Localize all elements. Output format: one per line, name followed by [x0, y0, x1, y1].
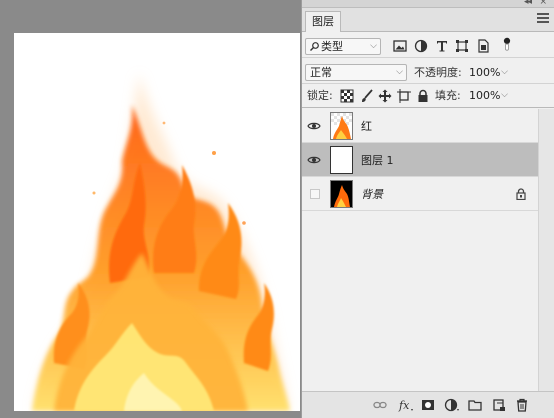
layer-name[interactable]: 红: [361, 118, 372, 134]
layer-thumbnail: [330, 180, 353, 208]
lock-pixels-icon[interactable]: [360, 89, 374, 103]
layer-row[interactable]: 背景: [302, 177, 538, 211]
fire-artwork: [32, 73, 290, 411]
layers-scrollbar[interactable]: [538, 109, 554, 391]
fill-label: 填充:: [435, 89, 461, 102]
fill-field[interactable]: 100% ⌵: [464, 87, 512, 104]
layer-name[interactable]: 图层 1: [361, 152, 394, 168]
tab-layers[interactable]: 图层: [305, 11, 341, 32]
blend-mode-select[interactable]: 正常 ⌵: [305, 64, 407, 81]
layer-row[interactable]: 图层 1: [302, 143, 538, 177]
search-icon: [310, 42, 319, 51]
lock-icon[interactable]: [516, 188, 526, 200]
new-group-icon[interactable]: [468, 398, 482, 412]
shape-filter-icon[interactable]: [455, 39, 469, 53]
lock-row: 锁定: 填充: 100% ⌵: [302, 84, 554, 108]
chevron-down-icon: ⌵: [501, 90, 508, 100]
lock-all-icon[interactable]: [416, 89, 430, 103]
opacity-label: 不透明度:: [414, 66, 462, 79]
filter-toggle-icon[interactable]: [500, 37, 514, 51]
fx-icon[interactable]: fx: [398, 398, 414, 412]
new-layer-icon[interactable]: [492, 398, 506, 412]
visibility-eye-icon[interactable]: [307, 119, 321, 133]
layer-name[interactable]: 背景: [361, 186, 383, 202]
lock-position-icon[interactable]: [378, 89, 392, 103]
layer-thumbnail: [330, 146, 353, 174]
panel-tab-bar: 图层: [302, 8, 554, 32]
smart-object-filter-icon[interactable]: [476, 39, 490, 53]
collapse-arrows-icon[interactable]: ◂◂: [524, 0, 532, 7]
add-mask-icon[interactable]: [421, 398, 435, 412]
close-icon[interactable]: ×: [539, 0, 547, 7]
lock-label: 锁定:: [307, 89, 333, 102]
blend-row: 正常 ⌵ 不透明度: 100% ⌵: [302, 60, 554, 84]
visibility-eye-icon[interactable]: [307, 153, 321, 167]
visibility-toggle-empty[interactable]: [310, 189, 320, 199]
chevron-down-icon: ⌵: [501, 67, 508, 77]
opacity-field[interactable]: 100% ⌵: [464, 64, 512, 81]
document-canvas[interactable]: [14, 33, 300, 411]
panel-menu-icon[interactable]: [537, 13, 549, 25]
svg-text:fx: fx: [398, 399, 410, 412]
chevron-down-icon: ⌵: [396, 67, 403, 77]
blend-mode-value: 正常: [310, 66, 332, 79]
layers-bottom-toolbar: fx: [302, 391, 554, 418]
delete-layer-icon[interactable]: [515, 398, 529, 412]
layer-thumbnail: [330, 112, 353, 140]
image-filter-icon[interactable]: [393, 39, 407, 53]
type-filter-icon[interactable]: [435, 39, 449, 53]
photoshop-workspace: ◂◂ × 图层 类型 ⌵ 正常 ⌵ 不透明度: 100% ⌵ 锁定: 填充: 1…: [0, 0, 554, 418]
layers-list: 红 图层 1 背景: [302, 109, 554, 391]
filter-kind-select[interactable]: 类型 ⌵: [305, 38, 381, 55]
layers-panel: ◂◂ × 图层 类型 ⌵ 正常 ⌵ 不透明度: 100% ⌵ 锁定: 填充: 1…: [301, 0, 554, 418]
fill-value: 100%: [469, 89, 501, 102]
filter-kind-label: 类型: [321, 40, 343, 53]
panel-header-strip: ◂◂ ×: [302, 0, 554, 8]
layer-row[interactable]: 红: [302, 109, 538, 143]
opacity-value: 100%: [469, 66, 501, 79]
chevron-down-icon: ⌵: [370, 41, 377, 51]
filter-row: 类型 ⌵: [302, 34, 554, 58]
link-layers-icon[interactable]: [373, 398, 387, 412]
lock-transparent-icon[interactable]: [340, 89, 354, 103]
new-adjustment-icon[interactable]: [444, 398, 460, 412]
adjustment-filter-icon[interactable]: [414, 39, 428, 53]
lock-artboard-icon[interactable]: [397, 89, 411, 103]
